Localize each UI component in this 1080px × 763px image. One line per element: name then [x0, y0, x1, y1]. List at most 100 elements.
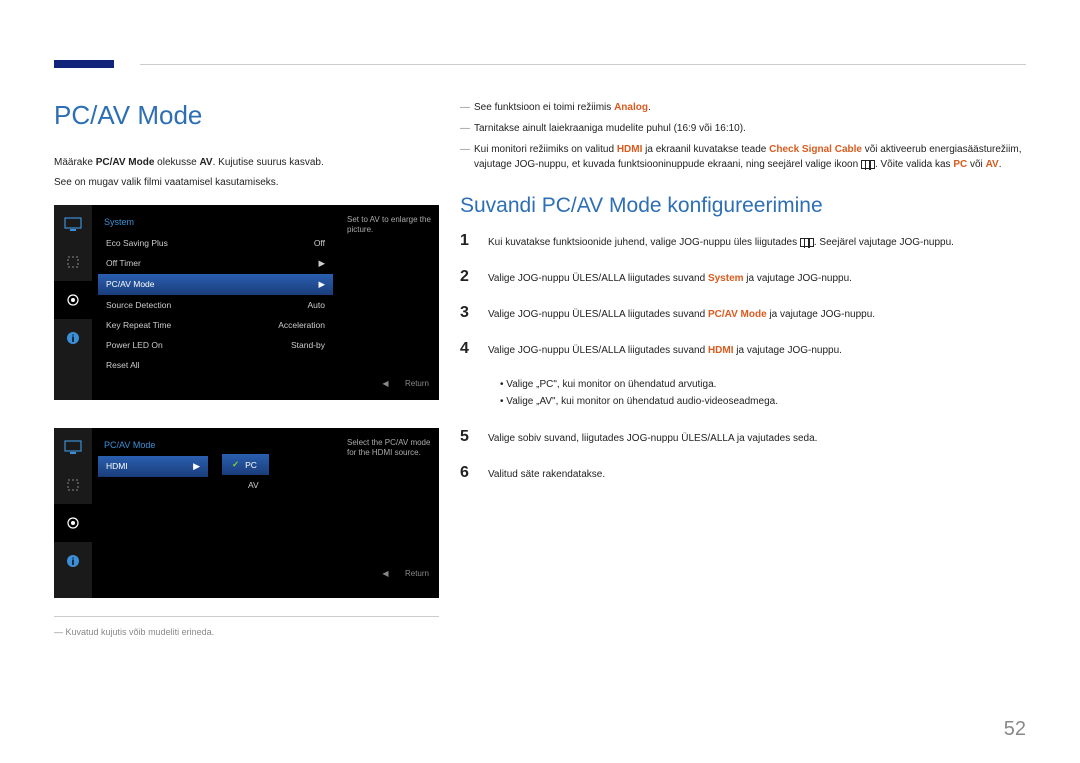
note-2: ―Tarnitakse ainult laiekraaniga mudelite…	[460, 121, 1026, 136]
t: Valige sobiv suvand, liigutades JOG-nupp…	[488, 428, 817, 446]
nav-left-icon[interactable]: ◀	[382, 379, 388, 388]
row-label: Eco Saving Plus	[106, 238, 168, 248]
footnote-divider	[54, 616, 439, 617]
note-text: .	[648, 102, 651, 113]
step-4-bullets: Valige „PC", kui monitor on ühendatud ar…	[500, 376, 1026, 410]
osd-system-menu: i System Eco Saving PlusOffOff Timer▶PC/…	[54, 205, 439, 400]
t: Kui monitori režiimiks on valitud	[474, 144, 617, 155]
bullet-pc: Valige „PC", kui monitor on ühendatud ar…	[500, 376, 1026, 393]
t: Valige JOG-nuppu ÜLES/ALLA liigutades su…	[488, 309, 708, 320]
bullet-av: Valige „AV", kui monitor on ühendatud au…	[500, 393, 1026, 410]
osd-pcav-submenu: i PC/AV Mode HDMI ▶ ✓ PC AV Select the PC/A…	[54, 428, 439, 598]
option-label: AV	[248, 480, 259, 490]
osd-row[interactable]: Reset All	[98, 355, 333, 375]
row-value: Off	[314, 238, 325, 248]
bold-av: AV	[986, 159, 999, 170]
osd-hint: Set to AV to enlarge the picture.	[339, 213, 439, 375]
osd-row[interactable]: Key Repeat TimeAcceleration	[98, 315, 333, 335]
header-accent-bar	[54, 60, 114, 68]
menu-icon	[861, 160, 875, 169]
note-3: ― Kui monitori režiimiks on valitud HDMI…	[460, 142, 1026, 172]
note-text: Tarnitakse ainult laiekraaniga mudelite …	[474, 121, 746, 136]
intro-text-post: . Kujutise suurus kasvab.	[213, 157, 324, 168]
return-label[interactable]: Return	[405, 569, 429, 578]
t: . Seejärel vajutage JOG-nuppu.	[814, 237, 954, 248]
step-number: 3	[460, 304, 488, 322]
step-2: 2Valige JOG-nuppu ÜLES/ALLA liigutades s…	[460, 268, 1026, 286]
svg-text:i: i	[72, 557, 75, 568]
bold-pc: PC	[953, 159, 967, 170]
bold-check-signal: Check Signal Cable	[769, 144, 862, 155]
osd-row[interactable]: PC/AV Mode▶	[98, 274, 333, 295]
row-value: ▶	[318, 258, 325, 269]
menu-icon	[800, 238, 814, 247]
t: ja vajutage JOG-nuppu.	[734, 345, 842, 356]
row-label: Source Detection	[106, 300, 171, 310]
bold-hdmi: HDMI	[617, 144, 643, 155]
intro-bold-av: AV	[199, 157, 212, 168]
page-number: 52	[1004, 718, 1026, 741]
row-label: Power LED On	[106, 340, 163, 350]
row-label: Off Timer	[106, 258, 141, 269]
bold-pcav: PC/AV Mode	[708, 309, 767, 320]
osd-row-label: HDMI	[106, 461, 128, 472]
step-4: 4Valige JOG-nuppu ÜLES/ALLA liigutades s…	[460, 340, 1026, 358]
step-5: 5Valige sobiv suvand, liigutades JOG-nup…	[460, 428, 1026, 446]
intro-text: Määrake	[54, 157, 96, 168]
row-value: ▶	[318, 279, 325, 290]
osd-option[interactable]: AV	[222, 475, 269, 495]
svg-text:i: i	[72, 334, 75, 345]
osd-row[interactable]: Source Detection Auto	[98, 295, 333, 315]
osd-row[interactable]: Eco Saving Plus Off	[98, 233, 333, 253]
t: Valige JOG-nuppu ÜLES/ALLA liigutades su…	[488, 273, 708, 284]
step-6: 6Valitud säte rakendatakse.	[460, 464, 1026, 482]
picture-icon[interactable]	[54, 428, 92, 466]
screen-icon[interactable]	[54, 243, 92, 281]
info-icon[interactable]: i	[54, 542, 92, 580]
step-number: 1	[460, 232, 488, 250]
osd-body: System Eco Saving PlusOffOff Timer▶PC/AV…	[92, 205, 439, 398]
screen-icon[interactable]	[54, 466, 92, 504]
note-text: See funktsioon ei toimi režiimis	[474, 102, 614, 113]
osd-sidebar: i	[54, 205, 92, 400]
t: Valitud säte rakendatakse.	[488, 464, 605, 482]
t: ja vajutage JOG-nuppu.	[744, 273, 852, 284]
osd-hint: Select the PC/AV mode for the HDMI sourc…	[339, 436, 439, 495]
step-3: 3Valige JOG-nuppu ÜLES/ALLA liigutades s…	[460, 304, 1026, 322]
osd-sidebar: i	[54, 428, 92, 598]
chevron-right-icon: ▶	[193, 461, 200, 472]
row-label: Reset All	[106, 360, 140, 370]
t: ja ekraanil kuvatakse teade	[642, 144, 769, 155]
step-1: 1Kui kuvatakse funktsioonide juhend, val…	[460, 232, 1026, 250]
osd-footer: ◀ Return	[92, 375, 439, 394]
nav-left-icon[interactable]: ◀	[382, 569, 388, 578]
t: Valige JOG-nuppu ÜLES/ALLA liigutades su…	[488, 345, 708, 356]
settings-icon[interactable]	[54, 504, 92, 542]
option-label: PC	[245, 460, 257, 470]
right-column: ―See funktsioon ei toimi režiimis Analog…	[460, 100, 1026, 500]
t: . Võite valida kas	[875, 159, 953, 170]
t: .	[999, 159, 1002, 170]
step-number: 5	[460, 428, 488, 446]
t: või	[967, 159, 985, 170]
intro-bold-pcav: PC/AV Mode	[96, 157, 155, 168]
check-icon: ✓	[232, 459, 239, 470]
row-value: Auto	[308, 300, 326, 310]
osd-option[interactable]: ✓ PC	[222, 454, 269, 475]
osd-submenu-title: PC/AV Mode	[98, 436, 208, 456]
osd-row-hdmi[interactable]: HDMI ▶	[98, 456, 208, 477]
return-label[interactable]: Return	[405, 379, 429, 388]
t: Kui kuvatakse funktsioonide juhend, vali…	[488, 237, 800, 248]
picture-icon[interactable]	[54, 205, 92, 243]
settings-icon[interactable]	[54, 281, 92, 319]
osd-menu-title: System	[98, 213, 333, 233]
bold-system: System	[708, 273, 744, 284]
footnote: ― Kuvatud kujutis võib mudeliti erineda.	[54, 627, 1026, 637]
t: ja vajutage JOG-nuppu.	[767, 309, 875, 320]
bold-hdmi: HDMI	[708, 345, 734, 356]
osd-row[interactable]: Off Timer ▶	[98, 253, 333, 274]
osd-row[interactable]: Power LED OnStand-by	[98, 335, 333, 355]
info-icon[interactable]: i	[54, 319, 92, 357]
note-1: ―See funktsioon ei toimi režiimis Analog…	[460, 100, 1026, 115]
intro-text-mid: olekusse	[154, 157, 199, 168]
